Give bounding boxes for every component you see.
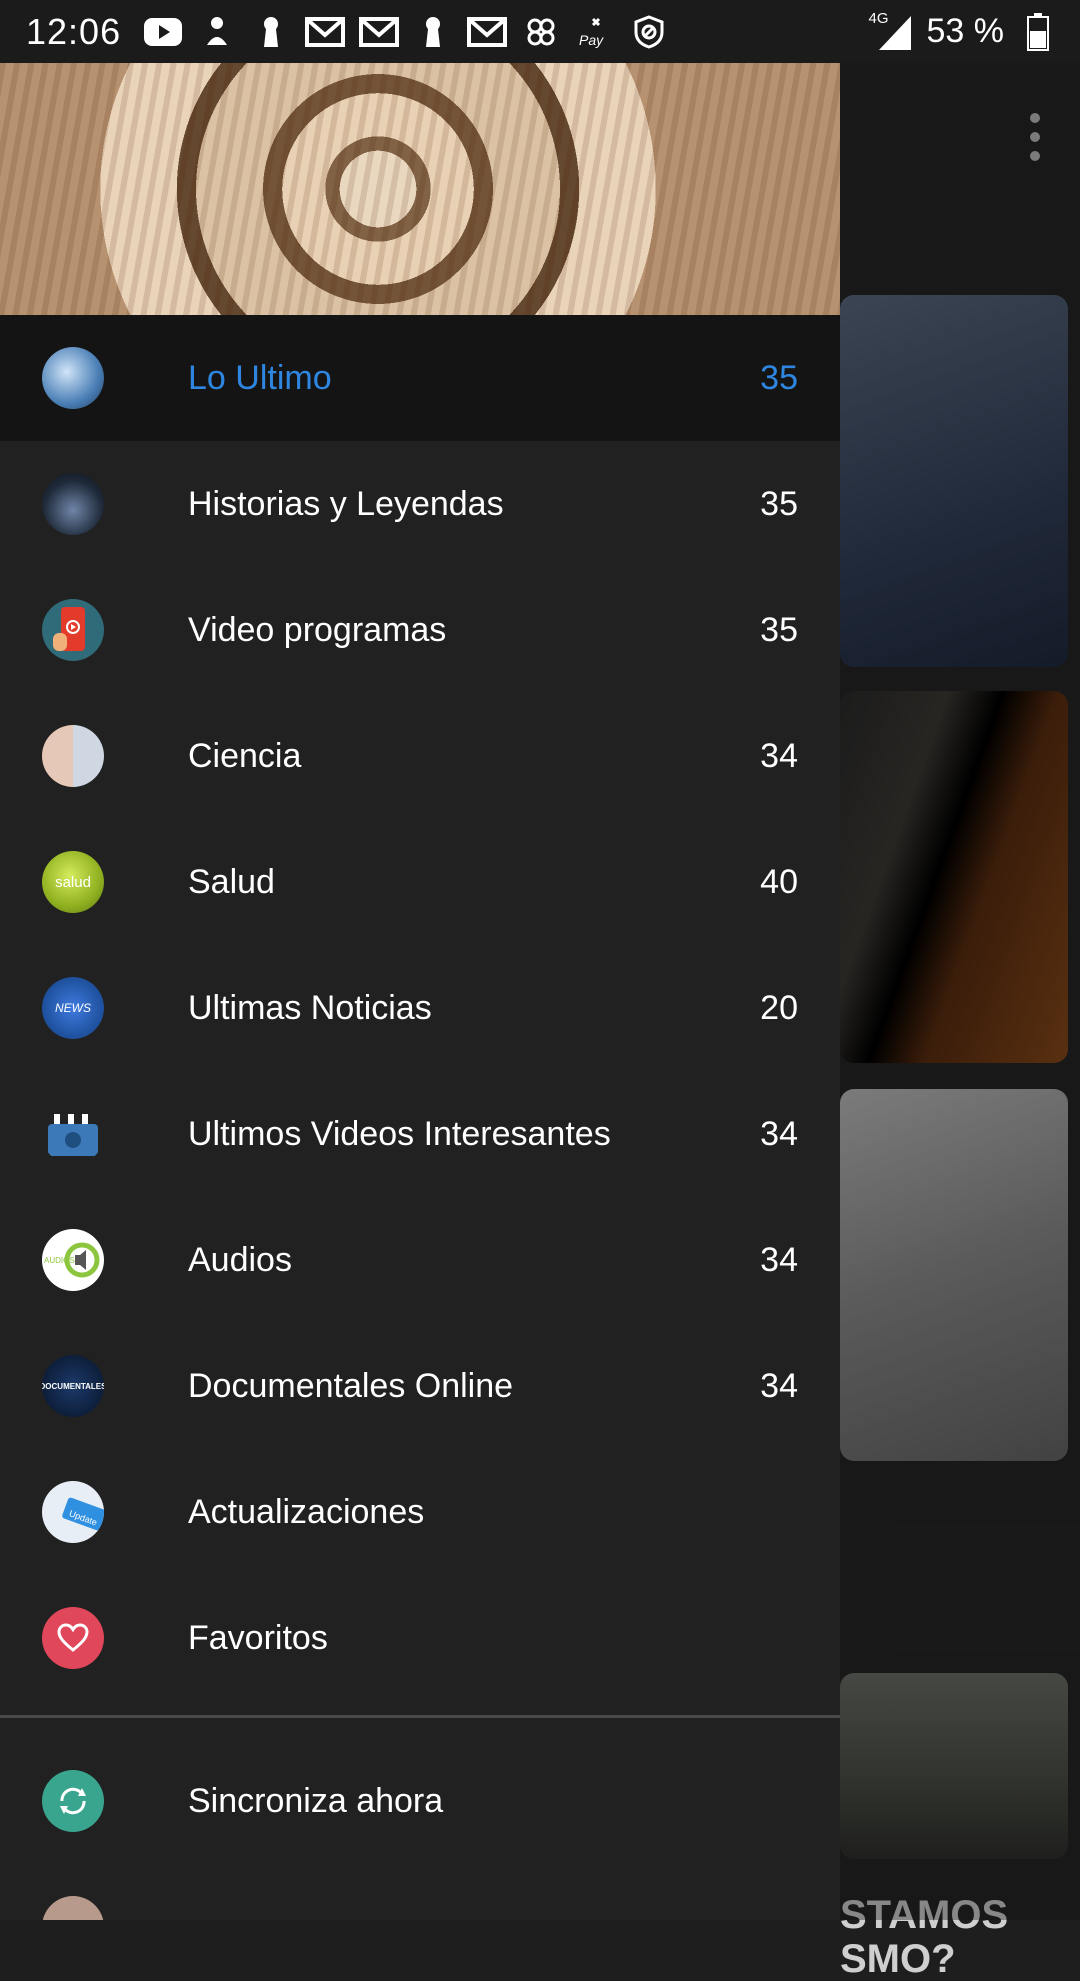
clapperboard-icon	[42, 1103, 104, 1165]
notification-icon	[197, 12, 237, 52]
battery-percent: 53 %	[926, 12, 1005, 50]
menu-item-label: Video programas	[188, 610, 447, 649]
menu-item-audios[interactable]: AUDIOS Audios 34	[0, 1197, 840, 1323]
menu-item-salud[interactable]: salud Salud 40	[0, 819, 840, 945]
menu-item-label: Ultimas Noticias	[188, 988, 432, 1027]
menu-item-video-programas[interactable]: Video programas 35	[0, 567, 840, 693]
menu-item-sincroniza-ahora[interactable]: Sincroniza ahora	[0, 1738, 840, 1864]
menu-item-count: 40	[760, 862, 798, 901]
menu-item-label: Ultimos Videos Interesantes	[188, 1114, 611, 1153]
menu-item-historias-y-leyendas[interactable]: Historias y Leyendas 35	[0, 441, 840, 567]
menu-item-label: Audios	[188, 1240, 292, 1279]
youtube-icon	[143, 12, 183, 52]
menu-item-label: Salud	[188, 862, 275, 901]
keyhole-icon	[413, 12, 453, 52]
news-icon: NEWS	[42, 977, 104, 1039]
ciencia-icon	[42, 725, 104, 787]
video-programas-icon	[42, 599, 104, 661]
menu-item-lo-ultimo[interactable]: Lo Ultimo 35	[0, 315, 840, 441]
gmail-icon	[467, 12, 508, 52]
menu-item-count: 34	[760, 736, 798, 775]
menu-item-ultimas-noticias[interactable]: NEWS Ultimas Noticias 20	[0, 945, 840, 1071]
menu-item-count: 20	[760, 988, 798, 1027]
menu-item-label: Lo Ultimo	[188, 358, 332, 397]
menu-item-actualizaciones[interactable]: Update Actualizaciones	[0, 1449, 840, 1575]
menu-item-label: Documentales Online	[188, 1366, 514, 1405]
battery-icon	[1018, 12, 1058, 52]
menu-item-ultimos-videos-interesantes[interactable]: Ultimos Videos Interesantes 34	[0, 1071, 840, 1197]
svg-text:AUDIOS: AUDIOS	[44, 1256, 75, 1265]
sync-icon	[42, 1770, 104, 1832]
avatar	[42, 1896, 104, 1920]
svg-text:Pay: Pay	[579, 32, 604, 48]
menu-divider	[0, 1715, 840, 1718]
speaker-icon: AUDIOS	[42, 1229, 104, 1291]
gmail-icon	[359, 12, 400, 52]
menu-item-count: 35	[760, 610, 798, 649]
menu-item-label: Sincroniza ahora	[188, 1781, 444, 1820]
signal-icon: 4G	[859, 10, 913, 52]
pinwheel-icon	[521, 12, 561, 52]
menu-item-count: 34	[760, 1366, 798, 1405]
menu-item-count: 34	[760, 1240, 798, 1279]
keyhole-icon	[251, 12, 291, 52]
caixa-pay-icon: Pay	[575, 12, 615, 52]
menu-item-partial[interactable]	[0, 1864, 840, 1920]
menu-item-count: 35	[760, 484, 798, 523]
documentales-icon: DOCUMENTALES	[42, 1355, 104, 1417]
block-icon	[629, 12, 669, 52]
menu-item-documentales-online[interactable]: DOCUMENTALES Documentales Online 34	[0, 1323, 840, 1449]
salud-icon: salud	[42, 851, 104, 913]
navigation-drawer: Lo Ultimo 35 Historias y Leyendas 35 Vid…	[0, 63, 840, 1920]
lo-ultimo-icon	[42, 347, 104, 409]
gmail-icon	[305, 12, 346, 52]
menu-item-label: Favoritos	[188, 1618, 328, 1657]
update-icon: Update	[42, 1481, 104, 1543]
menu-item-label: Historias y Leyendas	[188, 484, 504, 523]
status-bar: 12:06 Pay 4G 53 %	[0, 0, 1080, 63]
menu-item-label: Ciencia	[188, 736, 302, 775]
heart-icon	[42, 1607, 104, 1669]
menu-item-label: Actualizaciones	[188, 1492, 425, 1531]
menu-item-count: 35	[760, 358, 798, 397]
secondary-list: Sincroniza ahora	[0, 1738, 840, 1920]
drawer-header-image	[0, 63, 840, 315]
historias-icon	[42, 473, 104, 535]
status-time: 12:06	[26, 10, 122, 52]
menu-item-ciencia[interactable]: Ciencia 34	[0, 693, 840, 819]
menu-item-count: 34	[760, 1114, 798, 1153]
category-list: Lo Ultimo 35 Historias y Leyendas 35 Vid…	[0, 315, 840, 1701]
menu-item-favoritos[interactable]: Favoritos	[0, 1575, 840, 1701]
